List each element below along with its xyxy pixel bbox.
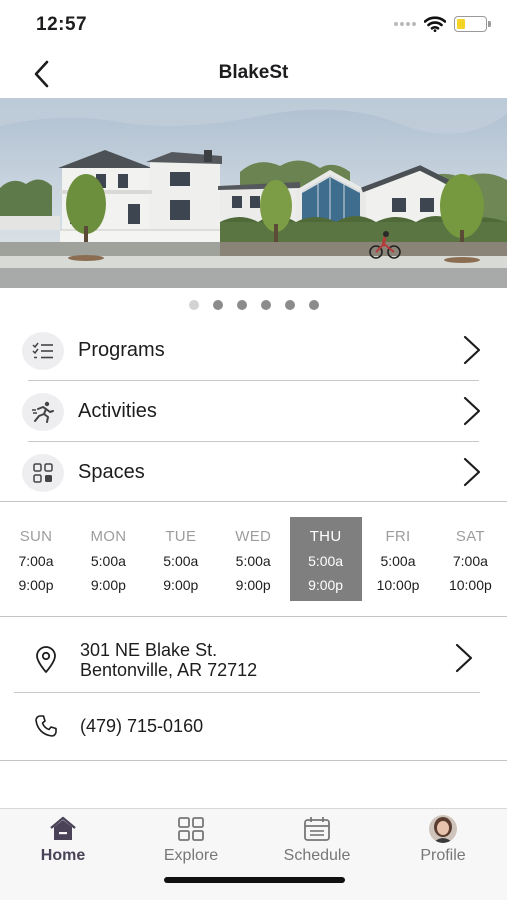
day-name: THU [309,528,342,545]
status-bar: 12:57 [0,0,507,48]
day-name: SAT [455,528,485,545]
day-column-wed: WED 5:00a 9:00p [217,517,289,601]
activities-menu-item[interactable]: Activities [0,381,507,442]
spaces-menu-item[interactable]: Spaces [0,442,507,503]
chevron-right-icon [463,457,481,487]
divider [0,616,507,617]
day-name: MON [90,528,127,545]
day-column-thu: THU 5:00a 9:00p [289,517,362,601]
divider [14,692,480,693]
day-column-mon: MON 5:00a 9:00p [72,517,144,601]
status-time: 12:57 [36,14,88,35]
chevron-right-icon [463,396,481,426]
day-column-sat: SAT 7:00a 10:00p [434,517,506,601]
home-icon [50,816,76,840]
chevron-right-icon [463,335,481,365]
chevron-right-icon [455,643,473,673]
close-time: 9:00p [18,577,54,593]
tab-home-label: Home [40,847,86,864]
programs-menu-item[interactable]: Programs [0,320,507,381]
close-time: 9:00p [235,577,271,593]
open-time: 5:00a [90,553,126,569]
pager-dot[interactable] [308,300,319,310]
close-time: 9:00p [163,577,199,593]
tab-explore[interactable]: Explore [136,815,246,875]
carousel-pager [0,300,507,310]
address-line1: 301 NE Blake St. [80,640,218,660]
phone-icon [35,715,57,737]
opening-hours: SUN 7:00a 9:00p MON 5:00a 9:00p TUE 5:00a 9:00p W… [0,517,507,603]
pager-dot[interactable] [188,300,199,310]
checklist-icon [22,332,64,370]
day-name: TUE [165,528,197,545]
pager-dot[interactable] [260,300,271,310]
open-time: 5:00a [308,553,344,569]
open-time: 5:00a [163,553,199,569]
tab-profile[interactable]: Profile [388,815,498,875]
status-indicators [394,16,491,32]
tab-explore-label: Explore [163,847,219,864]
tab-home[interactable]: Home [8,815,118,875]
phone-row[interactable]: (479) 715-0160 [0,696,507,756]
day-name: SUN [19,528,53,545]
day-name: WED [235,528,272,545]
day-column-tue: TUE 5:00a 9:00p [145,517,217,601]
wifi-icon [424,16,446,32]
spaces-label: Spaces [78,461,145,483]
close-time: 10:00p [448,577,492,593]
building-photo [0,98,507,288]
navigation-bar: BlakeSt [0,48,507,98]
day-name: FRI [385,528,411,545]
calendar-icon [304,817,330,841]
hero-image-carousel[interactable] [0,98,507,288]
tab-schedule-label: Schedule [283,847,351,864]
battery-icon [454,16,491,32]
grid-icon [22,454,64,492]
running-person-icon [22,393,64,431]
open-time: 7:00a [18,553,54,569]
tab-schedule[interactable]: Schedule [262,815,372,875]
close-time: 10:00p [376,577,420,593]
pager-dot[interactable] [236,300,247,310]
open-time: 5:00a [235,553,271,569]
pager-dot[interactable] [284,300,295,310]
pager-dot[interactable] [212,300,223,310]
explore-grid-icon [178,817,204,841]
cellular-signal-icon [394,22,416,26]
programs-label: Programs [78,339,165,361]
day-column-fri: FRI 5:00a 10:00p [362,517,434,601]
close-time: 9:00p [308,577,344,593]
page-title: BlakeSt [218,62,289,83]
home-indicator [164,877,345,883]
divider [0,760,507,761]
activities-label: Activities [78,400,157,422]
divider [0,501,507,502]
location-pin-icon [36,646,56,673]
tab-profile-label: Profile [420,847,466,864]
open-time: 5:00a [380,553,416,569]
phone-number: (479) 715-0160 [80,716,204,736]
menu-list: Programs Activities Spaces [0,320,507,503]
address-text: 301 NE Blake St. Bentonville, AR 72712 [80,640,257,680]
open-time: 7:00a [452,553,488,569]
avatar [429,815,457,843]
tab-bar: Home Explore Schedule Profile [0,808,507,900]
day-column-sun: SUN 7:00a 9:00p [0,517,72,601]
address-row[interactable]: 301 NE Blake St. Bentonville, AR 72712 [0,628,507,692]
address-line2: Bentonville, AR 72712 [80,660,258,680]
close-time: 9:00p [90,577,126,593]
